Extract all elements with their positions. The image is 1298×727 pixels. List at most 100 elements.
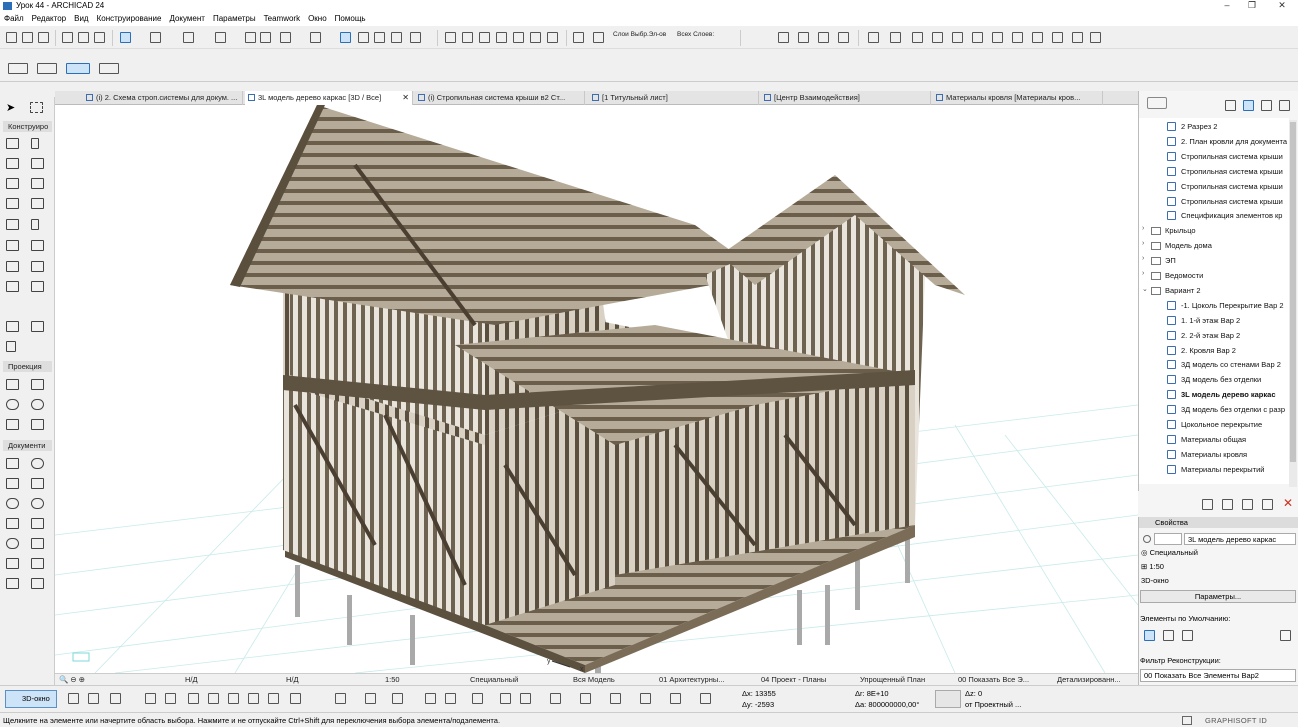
wall-tool-icon[interactable] [6,138,19,149]
tab-strop-schema[interactable]: (i) 2. Схема строп.системы для докум. ..… [83,91,243,105]
quick-option-renovation[interactable]: 00 Показать Все Э... [958,675,1029,685]
defaults-documents-icon[interactable] [1182,630,1193,641]
select-arrow-icon[interactable] [99,63,119,74]
navigator-menu-button[interactable] [1147,97,1167,109]
tab-3d-model[interactable]: 3L модель дерево каркас [3D / Все] ✕ [245,91,413,105]
drawing-tool-icon[interactable] [31,578,44,589]
properties-id-field[interactable] [1154,533,1182,545]
tab-roof-materials[interactable]: Материалы кровля [Материалы кров... [933,91,1103,105]
tab-title-sheet[interactable]: [1 Титульный лист] [589,91,759,105]
delete-icon[interactable]: ✕ [1283,496,1293,510]
zone-tool-icon[interactable] [31,261,44,272]
shell-tool-icon[interactable] [31,178,44,189]
zone-stamp-tool-icon[interactable] [6,498,19,509]
layout-icon[interactable] [932,32,943,43]
navigator-item[interactable]: 2. 2-й этаж Вар 2 [1139,330,1289,342]
line-type-icon[interactable] [935,690,961,708]
selection-icon[interactable] [335,693,346,704]
properties-header[interactable]: Свойства [1139,517,1298,528]
detail-icon[interactable] [992,32,1003,43]
chevron-down-icon[interactable]: ⌄ [1142,285,1148,293]
level-dimension-tool-icon[interactable] [31,458,44,469]
navigator-scroll-thumb[interactable] [1290,122,1296,462]
sketch-icon[interactable] [268,693,279,704]
save-icon[interactable] [6,32,17,43]
navigator-item[interactable]: 3Д модель со стенами Вар 2 [1139,359,1289,371]
graphisoft-id-label[interactable]: GRAPHISOFT ID [1205,716,1267,725]
navigator-item[interactable]: Материалы кровля [1139,449,1289,461]
intersect-icon[interactable] [513,32,524,43]
radial-dimension-tool-icon[interactable] [31,498,44,509]
hide-layer-icon[interactable] [593,32,604,43]
sun-icon[interactable] [425,693,436,704]
door-tool-icon[interactable] [31,219,39,230]
split-icon[interactable] [547,32,558,43]
navigator-item[interactable]: Цокольное перекрытие [1139,419,1289,431]
shading-icon[interactable] [228,693,239,704]
grid-snap-icon[interactable] [580,693,591,704]
renovation-filter-select[interactable]: 00 Показать Все Элементы Вар2 [1140,669,1296,682]
toolbox-section-design[interactable]: Конструиро [3,121,52,132]
quick-option-nd-1[interactable]: Н/Д [185,675,198,685]
material-icon[interactable] [392,693,403,704]
layer-visibility-icon[interactable] [340,32,351,43]
fill-icon[interactable] [365,693,376,704]
undo-icon[interactable] [22,32,33,43]
schedule-icon[interactable] [1052,32,1063,43]
quick-option-detail[interactable]: Детализированн... [1057,675,1121,685]
maximize-button[interactable]: ❐ [1238,0,1266,12]
dimension-tool-icon[interactable] [6,458,19,469]
spline-tool-icon[interactable] [6,558,19,569]
interior-elevation-tool-icon[interactable] [6,399,19,410]
save-view-icon[interactable] [1262,499,1273,510]
quick-option-nd-2[interactable]: Н/Д [286,675,299,685]
3d-box-icon[interactable] [88,693,99,704]
align-icon[interactable] [462,32,473,43]
quick-option-layers[interactable]: 01 Архитектурны... [659,675,724,685]
explore-icon[interactable] [165,693,176,704]
navigator-item[interactable]: 2 Разрез 2 [1139,121,1289,133]
dimension-icon[interactable] [868,32,879,43]
worksheet-icon[interactable] [1012,32,1023,43]
refresh-icon[interactable] [1090,32,1101,43]
quick-option-structure[interactable]: Специальный [470,675,518,685]
quick-option-pen-set[interactable]: 04 Проект - Планы [761,675,826,685]
marquee-tool-icon[interactable] [30,102,43,113]
column-tool-icon[interactable] [31,138,39,149]
defaults-section-icon[interactable] [1163,630,1174,641]
project-map-icon[interactable] [1225,100,1236,111]
chevron-right-icon[interactable]: › [1142,270,1144,277]
minimize-button[interactable]: – [1213,0,1241,12]
navigator-item[interactable]: 3L модель дерево каркас [1139,389,1289,401]
navigator-item[interactable]: Стропильная система крыши [1139,181,1289,193]
tab-collaboration[interactable]: [Центр Взаимодействия] [761,91,931,105]
figure-tool-icon[interactable] [6,578,19,589]
chevron-right-icon[interactable]: › [1142,255,1144,262]
elevation-tool-icon[interactable] [31,379,44,390]
menu-teamwork[interactable]: Teamwork [260,12,304,26]
layout-book-icon[interactable] [1261,100,1272,111]
grid-icon[interactable] [215,32,226,43]
defaults-model-icon[interactable] [1144,630,1155,641]
quick-option-model[interactable]: Вся Модель [573,675,615,685]
snap-guide-icon[interactable] [150,32,161,43]
drawing-icon[interactable] [952,32,963,43]
zoom-region-icon[interactable] [374,32,385,43]
tab-roof-system[interactable]: (i) Стропильная система крыши в2 Ст... [415,91,585,105]
change-tool-icon[interactable] [31,419,44,430]
trace-icon[interactable] [8,63,28,74]
toolbox-section-document[interactable]: Документи [3,440,52,451]
lock-icon[interactable] [310,32,321,43]
magic-wand-icon[interactable] [62,32,73,43]
compare-icon[interactable] [66,63,90,74]
camera-icon[interactable] [472,693,483,704]
close-window-button[interactable]: ✕ [1268,0,1296,12]
view-tool-icon[interactable] [6,341,16,352]
navigator-item[interactable]: -1. Цоколь Перекрытие Вар 2 [1139,300,1289,312]
quick-option-plan[interactable]: Упрощенный План [860,675,925,685]
skylight-tool-icon[interactable] [31,240,44,251]
object-tool-icon[interactable] [6,261,19,272]
angle-dimension-icon[interactable] [912,32,923,43]
new-folder-icon[interactable] [1242,499,1253,510]
table-icon[interactable] [1072,32,1083,43]
